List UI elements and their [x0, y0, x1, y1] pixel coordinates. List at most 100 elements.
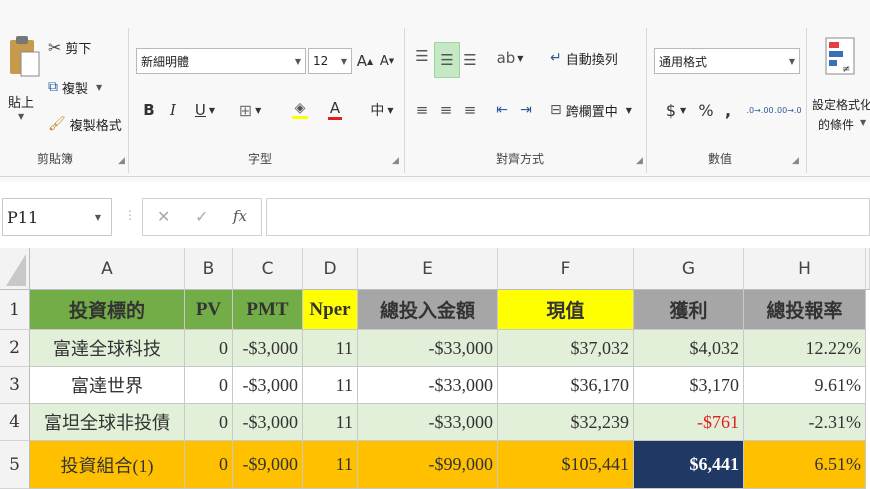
cell-a5[interactable]: 投資組合(1) — [30, 441, 185, 489]
name-box[interactable]: P11 ▼ — [2, 198, 112, 236]
column-header-h[interactable]: H — [744, 248, 866, 290]
row-header-3[interactable]: 3 — [0, 367, 30, 404]
clipboard-launcher-icon[interactable]: ◢ — [118, 156, 125, 166]
row-label: 4 — [9, 412, 20, 432]
cell-b4[interactable]: 0 — [185, 404, 233, 441]
cell-g1[interactable]: 獲利 — [634, 290, 744, 330]
cell-d3[interactable]: 11 — [303, 367, 358, 404]
cell-a1[interactable]: 投資標的 — [30, 290, 185, 330]
font-size-select[interactable]: 12 ▼ — [308, 48, 352, 74]
currency-button[interactable]: $ ▼ — [660, 98, 692, 122]
conditional-formatting-button[interactable]: ≠ 設定格式化 的條件 ▼ — [810, 36, 870, 146]
select-all-corner[interactable] — [0, 248, 30, 290]
cell-h2[interactable]: 12.22% — [744, 330, 866, 367]
column-label: H — [798, 258, 811, 279]
cell-e1[interactable]: 總投入金額 — [358, 290, 498, 330]
row-header-1[interactable]: 1 — [0, 290, 30, 330]
number-format-select[interactable]: 通用格式 ▼ — [654, 48, 800, 74]
decrease-indent-button[interactable]: ⇤ — [492, 98, 512, 122]
cell-b1[interactable]: PV — [185, 290, 233, 330]
cell-c3[interactable]: -$3,000 — [233, 367, 303, 404]
cell-g5[interactable]: $6,441 — [634, 441, 744, 489]
align-bottom-button[interactable]: ☰ — [460, 48, 480, 72]
cell-f4[interactable]: $32,239 — [498, 404, 634, 441]
decrease-decimal-button[interactable]: .00→.0 — [774, 98, 801, 122]
cut-button[interactable]: ✂ 剪下 — [48, 36, 91, 58]
cell-a3[interactable]: 富達世界 — [30, 367, 185, 404]
cell-f3[interactable]: $36,170 — [498, 367, 634, 404]
increase-indent-button[interactable]: ⇥ — [516, 98, 536, 122]
cell-d1[interactable]: Nper — [303, 290, 358, 330]
align-right-button[interactable]: ≡ — [460, 98, 480, 122]
orientation-button[interactable]: ab ▼ — [492, 46, 528, 70]
paste-button[interactable]: 貼上 ▼ — [4, 34, 44, 124]
column-header-i[interactable] — [866, 248, 870, 290]
cell-b5[interactable]: 0 — [185, 441, 233, 489]
column-header-f[interactable]: F — [498, 248, 634, 290]
row-header-4[interactable]: 4 — [0, 404, 30, 441]
column-header-c[interactable]: C — [233, 248, 303, 290]
copy-button[interactable]: ⧉ 複製 ▼ — [48, 76, 102, 98]
cell-f5[interactable]: $105,441 — [498, 441, 634, 489]
cell-c5[interactable]: -$9,000 — [233, 441, 303, 489]
shrink-font-button[interactable]: A ▼ — [378, 50, 396, 72]
cell-d5[interactable]: 11 — [303, 441, 358, 489]
cell-h1[interactable]: 總投報率 — [744, 290, 866, 330]
cell-h5[interactable]: 6.51% — [744, 441, 866, 489]
cell-g4[interactable]: -$761 — [634, 404, 744, 441]
row-header-2[interactable]: 2 — [0, 330, 30, 367]
column-header-e[interactable]: E — [358, 248, 498, 290]
cell-g3[interactable]: $3,170 — [634, 367, 744, 404]
cell-h3[interactable]: 9.61% — [744, 367, 866, 404]
increase-decimal-button[interactable]: .0→.00 — [746, 98, 773, 122]
grow-font-button[interactable]: A ▲ — [356, 50, 374, 72]
align-top-button[interactable]: ☰ — [412, 44, 432, 68]
cell-a4[interactable]: 富坦全球非投債 — [30, 404, 185, 441]
cell-b2[interactable]: 0 — [185, 330, 233, 367]
cell-e2[interactable]: -$33,000 — [358, 330, 498, 367]
bold-button[interactable]: B — [140, 98, 158, 122]
phonetic-button[interactable]: 中 ▼ — [364, 98, 400, 122]
cell-c1[interactable]: PMT — [233, 290, 303, 330]
font-color-icon: A — [329, 98, 341, 117]
font-color-button[interactable]: A — [320, 96, 350, 122]
format-painter-button[interactable]: 🖌 複製格式 — [48, 113, 122, 135]
cell-f2[interactable]: $37,032 — [498, 330, 634, 367]
italic-button[interactable]: I — [164, 98, 182, 122]
fill-color-button[interactable]: ◈ — [282, 96, 318, 122]
font-launcher-icon[interactable]: ◢ — [392, 156, 399, 166]
align-center-button[interactable]: ≡ — [436, 98, 456, 122]
column-header-a[interactable]: A — [30, 248, 185, 290]
cancel-icon[interactable]: ✕ — [157, 207, 170, 226]
cell-c2[interactable]: -$3,000 — [233, 330, 303, 367]
cell-e3[interactable]: -$33,000 — [358, 367, 498, 404]
font-name-select[interactable]: 新細明體 ▼ — [136, 48, 306, 74]
wrap-text-button[interactable]: ↵ 自動換列 — [550, 46, 618, 70]
column-header-g[interactable]: G — [634, 248, 744, 290]
cell-h4[interactable]: -2.31% — [744, 404, 866, 441]
formula-input[interactable] — [266, 198, 870, 236]
cell-b3[interactable]: 0 — [185, 367, 233, 404]
borders-button[interactable]: ⊞ ▼ — [232, 98, 268, 122]
function-icon[interactable]: fx — [233, 207, 247, 225]
column-header-b[interactable]: B — [185, 248, 233, 290]
align-left-button[interactable]: ≡ — [412, 98, 432, 122]
column-header-d[interactable]: D — [303, 248, 358, 290]
cell-g2[interactable]: $4,032 — [634, 330, 744, 367]
cell-e5[interactable]: -$99,000 — [358, 441, 498, 489]
cell-d4[interactable]: 11 — [303, 404, 358, 441]
cell-f1[interactable]: 現值 — [498, 290, 634, 330]
row-header-5[interactable]: 5 — [0, 441, 30, 489]
align-middle-button[interactable]: ☰ — [434, 42, 460, 78]
comma-button[interactable]: , — [720, 98, 736, 122]
cell-c4[interactable]: -$3,000 — [233, 404, 303, 441]
merge-center-button[interactable]: ⊟ 跨欄置中 ▼ — [550, 98, 632, 122]
cell-d2[interactable]: 11 — [303, 330, 358, 367]
enter-icon[interactable]: ✓ — [195, 207, 208, 226]
percent-button[interactable]: % — [696, 98, 716, 122]
alignment-launcher-icon[interactable]: ◢ — [636, 156, 643, 166]
cell-e4[interactable]: -$33,000 — [358, 404, 498, 441]
number-launcher-icon[interactable]: ◢ — [792, 156, 799, 166]
cell-a2[interactable]: 富達全球科技 — [30, 330, 185, 367]
underline-button[interactable]: U ▼ — [188, 98, 222, 122]
